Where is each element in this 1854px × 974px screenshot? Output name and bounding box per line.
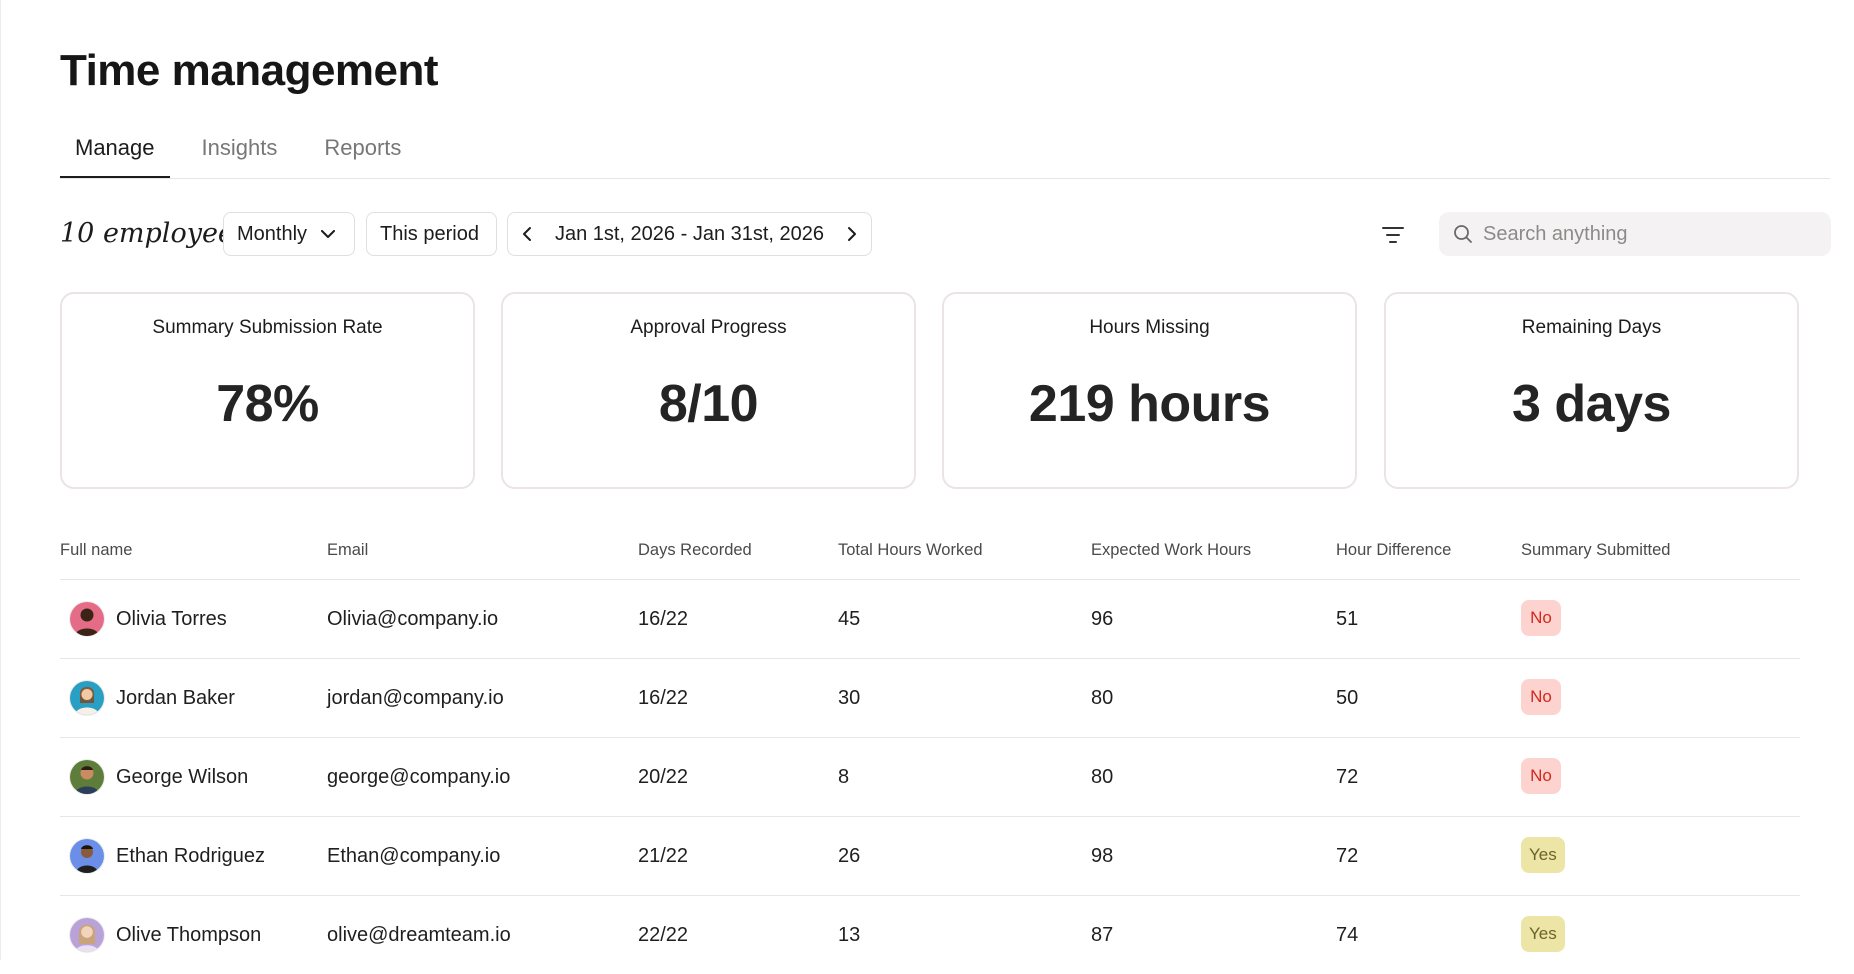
person-avatar-icon — [70, 602, 104, 636]
person-avatar-icon — [70, 760, 104, 794]
employee-email: jordan@company.io — [327, 687, 504, 709]
column-header-summary-submitted[interactable]: Summary Submitted — [1521, 541, 1670, 560]
filter-button[interactable] — [1378, 220, 1408, 250]
status-badge: No — [1521, 679, 1561, 715]
employee-email: Ethan@company.io — [327, 845, 501, 867]
table-row[interactable]: Olivia Torres Olivia@company.io 16/22 45… — [60, 580, 1800, 659]
employee-name: Olivia Torres — [116, 608, 227, 630]
employee-email: Olivia@company.io — [327, 608, 499, 630]
column-header-expected-hours[interactable]: Expected Work Hours — [1091, 541, 1251, 560]
metric-label: Remaining Days — [1521, 317, 1662, 338]
column-header-days-recorded[interactable]: Days Recorded — [638, 541, 752, 560]
employee-name: Olive Thompson — [116, 924, 262, 946]
metric-card-submission-rate: Summary Submission Rate 78% — [60, 292, 475, 489]
period-select[interactable]: Monthly — [223, 212, 355, 256]
status-badge: Yes — [1521, 916, 1565, 952]
days-recorded: 20/22 — [638, 766, 689, 788]
avatar — [70, 760, 104, 794]
expected-hours: 98 — [1091, 845, 1114, 867]
metric-value: 8/10 — [658, 375, 759, 433]
metrics-cards: Summary Submission Rate 78% Approval Pro… — [60, 292, 1800, 489]
table-row[interactable]: Olive Thompson olive@dreamteam.io 22/22 … — [60, 896, 1800, 974]
metric-value: 219 hours — [1028, 375, 1271, 433]
metric-label: Summary Submission Rate — [152, 317, 383, 338]
metric-card-hours-missing: Hours Missing 219 hours — [942, 292, 1357, 489]
metric-label: Approval Progress — [630, 317, 787, 338]
expected-hours: 87 — [1091, 924, 1114, 946]
period-select-value: Monthly — [237, 222, 308, 245]
date-range-label[interactable]: Jan 1st, 2026 - Jan 31st, 2026 — [555, 223, 824, 246]
avatar — [70, 602, 104, 636]
total-hours: 8 — [838, 766, 850, 788]
tab-manage[interactable]: Manage — [60, 125, 170, 178]
this-period-button[interactable]: This period — [366, 212, 497, 256]
tab-bar: Manage Insights Reports — [60, 125, 1830, 179]
table-row[interactable]: George Wilson george@company.io 20/22 8 … — [60, 738, 1800, 817]
tab-insights[interactable]: Insights — [187, 125, 293, 178]
employees-table: Full name Email Days Recorded Total Hour… — [60, 529, 1800, 974]
avatar — [70, 918, 104, 952]
filter-icon — [1382, 227, 1404, 243]
date-range-picker: Jan 1st, 2026 - Jan 31st, 2026 — [507, 212, 872, 256]
hour-difference: 72 — [1336, 845, 1359, 867]
days-recorded: 16/22 — [638, 687, 689, 709]
employee-name: Ethan Rodriguez — [116, 845, 265, 867]
status-badge: No — [1521, 758, 1561, 794]
hour-difference: 51 — [1336, 608, 1359, 630]
column-header-hour-difference[interactable]: Hour Difference — [1336, 541, 1451, 560]
table-row[interactable]: Ethan Rodriguez Ethan@company.io 21/22 2… — [60, 817, 1800, 896]
chevron-right-icon[interactable] — [847, 226, 857, 242]
status-badge: No — [1521, 600, 1561, 636]
toolbar: 10 employees Monthly This period Jan 1st… — [60, 212, 1831, 258]
total-hours: 26 — [838, 845, 861, 867]
tab-reports[interactable]: Reports — [309, 125, 416, 178]
employee-name: George Wilson — [116, 766, 249, 788]
days-recorded: 16/22 — [638, 608, 689, 630]
app-frame: Time management Manage Insights Reports … — [0, 0, 1854, 960]
person-avatar-icon — [70, 839, 104, 873]
avatar — [70, 681, 104, 715]
hour-difference: 74 — [1336, 924, 1359, 946]
hour-difference: 72 — [1336, 766, 1359, 788]
metric-card-remaining-days: Remaining Days 3 days — [1384, 292, 1799, 489]
page-title: Time management — [60, 46, 439, 95]
employee-count: 10 employees — [60, 218, 248, 249]
chevron-left-icon[interactable] — [522, 226, 532, 242]
employee-email: george@company.io — [327, 766, 511, 788]
person-avatar-icon — [70, 681, 104, 715]
person-avatar-icon — [70, 918, 104, 952]
metric-value: 3 days — [1512, 375, 1671, 433]
column-header-full-name[interactable]: Full name — [60, 541, 132, 560]
avatar — [70, 839, 104, 873]
search-icon — [1454, 225, 1472, 243]
total-hours: 30 — [838, 687, 861, 709]
table-header: Full name Email Days Recorded Total Hour… — [60, 529, 1800, 580]
chevron-down-icon — [321, 229, 336, 238]
expected-hours: 96 — [1091, 608, 1114, 630]
total-hours: 45 — [838, 608, 861, 630]
hour-difference: 50 — [1336, 687, 1359, 709]
metric-value: 78% — [216, 375, 319, 433]
column-header-email[interactable]: Email — [327, 541, 368, 560]
days-recorded: 21/22 — [638, 845, 689, 867]
metric-label: Hours Missing — [1089, 317, 1210, 338]
status-badge: Yes — [1521, 837, 1565, 873]
days-recorded: 22/22 — [638, 924, 689, 946]
table-row[interactable]: Jordan Baker jordan@company.io 16/22 30 … — [60, 659, 1800, 738]
employee-name: Jordan Baker — [116, 687, 235, 709]
expected-hours: 80 — [1091, 766, 1114, 788]
search-box — [1439, 212, 1831, 256]
employee-email: olive@dreamteam.io — [327, 924, 511, 946]
total-hours: 13 — [838, 924, 861, 946]
expected-hours: 80 — [1091, 687, 1114, 709]
this-period-label: This period — [380, 222, 479, 245]
metric-card-approval-progress: Approval Progress 8/10 — [501, 292, 916, 489]
search-input[interactable] — [1481, 221, 1815, 247]
column-header-total-hours[interactable]: Total Hours Worked — [838, 541, 983, 560]
